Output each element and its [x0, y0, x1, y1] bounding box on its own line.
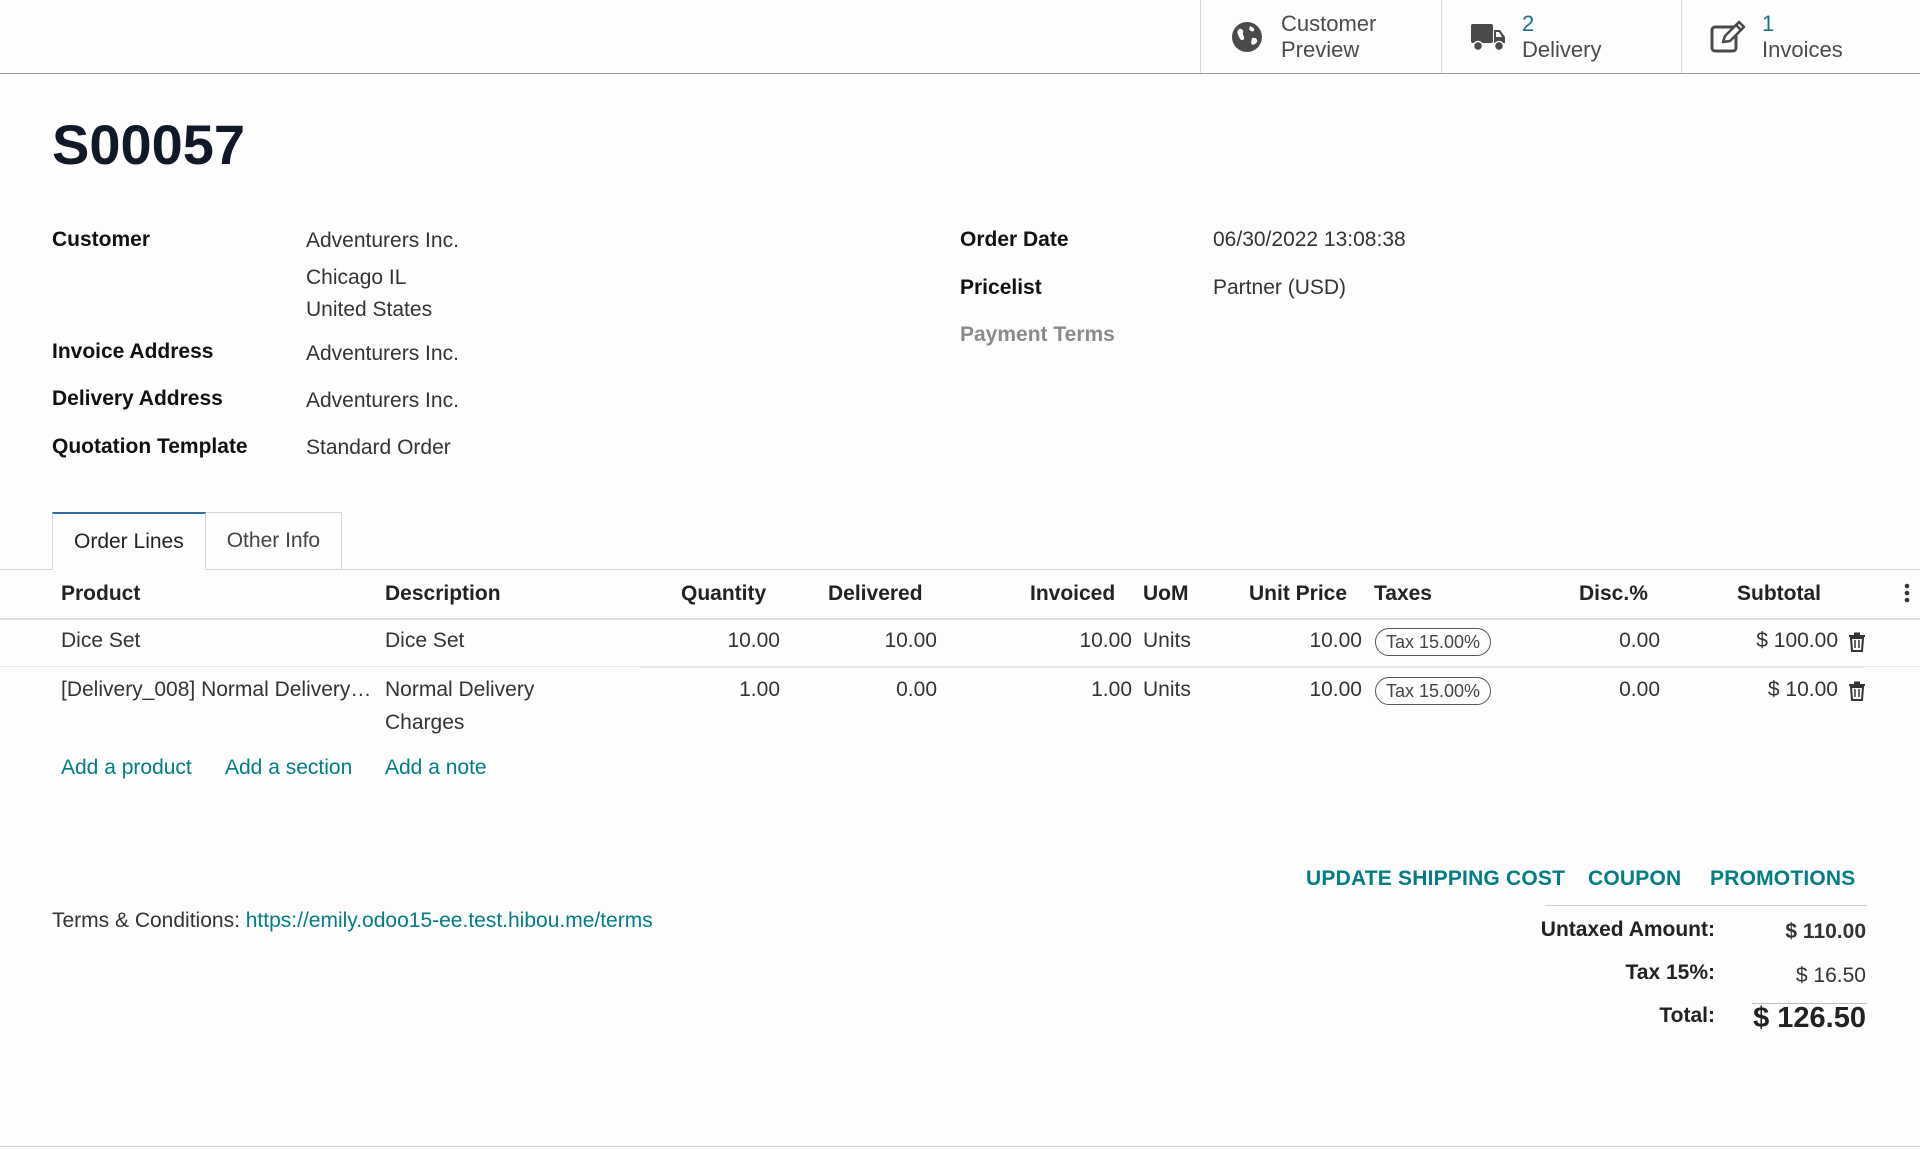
- quotation-template-field[interactable]: Standard Order: [306, 436, 451, 460]
- pricelist-field[interactable]: Partner (USD): [1213, 276, 1346, 300]
- delivery-button[interactable]: 2 Delivery: [1441, 0, 1682, 73]
- row-uom: Units: [1143, 629, 1191, 652]
- total-label: Total:: [1659, 1004, 1715, 1027]
- notebook-tabs: Order Lines Other Info: [52, 512, 343, 570]
- customer-preview-button[interactable]: Customer Preview: [1200, 0, 1441, 73]
- row-subtotal: $ 10.00: [1767, 678, 1838, 701]
- row-quantity: 1.00: [739, 678, 780, 701]
- truck-icon: [1468, 17, 1508, 57]
- customer-link[interactable]: Adventurers Inc.: [306, 229, 459, 253]
- row-description: Normal Delivery: [385, 678, 535, 701]
- tax-badge: Tax 15.00%: [1375, 677, 1492, 705]
- customer-label: Customer: [52, 228, 151, 251]
- smart-buttons-bar: Customer Preview 2 Delivery 1 Invoices: [0, 0, 1920, 74]
- order-lines-header: Product Description Quantity Delivered I…: [0, 570, 1920, 620]
- row-uom: Units: [1143, 678, 1191, 701]
- delivery-count: 2: [1522, 10, 1535, 36]
- table-row[interactable]: [Delivery_008] Normal Delivery… Normal D…: [0, 667, 1920, 739]
- col-unit-price[interactable]: Unit Price: [1249, 582, 1347, 606]
- row-product[interactable]: [Delivery_008] Normal Delivery…: [61, 678, 371, 702]
- tab-other-info[interactable]: Other Info: [205, 512, 343, 570]
- invoices-button[interactable]: 1 Invoices: [1681, 0, 1920, 73]
- table-row[interactable]: Dice Set Dice Set 10.00 10.00 10.00 Unit…: [0, 620, 1920, 667]
- bottom-divider: [0, 1146, 1920, 1147]
- col-disc[interactable]: Disc.%: [1579, 582, 1648, 606]
- col-invoiced[interactable]: Invoiced: [1030, 582, 1115, 606]
- row-disc: 0.00: [1619, 678, 1660, 701]
- delete-line-icon[interactable]: [1848, 632, 1868, 654]
- col-product[interactable]: Product: [61, 582, 140, 606]
- tax-value: $ 16.50: [1795, 964, 1866, 987]
- col-description[interactable]: Description: [385, 582, 501, 606]
- row-subtotal: $ 100.00: [1756, 629, 1838, 652]
- actions-divider: [1545, 905, 1867, 906]
- customer-preview-line2: Preview: [1281, 36, 1360, 62]
- row-delivered: 10.00: [884, 629, 937, 652]
- row-description: Dice Set: [385, 629, 465, 652]
- customer-preview-line1: Customer: [1281, 10, 1377, 36]
- invoice-address-label: Invoice Address: [52, 340, 214, 363]
- untaxed-amount-label: Untaxed Amount:: [1540, 918, 1715, 941]
- delivery-address-link[interactable]: Adventurers Inc.: [306, 389, 459, 413]
- add-product-link[interactable]: Add a product: [61, 756, 192, 780]
- payment-terms-label: Payment Terms: [960, 323, 1115, 346]
- add-note-link[interactable]: Add a note: [385, 756, 487, 780]
- tax-label: Tax 15%:: [1625, 961, 1716, 984]
- row-unit-price: 10.00: [1309, 678, 1362, 701]
- untaxed-amount-value: $ 110.00: [1785, 920, 1866, 943]
- col-uom[interactable]: UoM: [1143, 582, 1189, 606]
- invoices-label: Invoices: [1762, 36, 1843, 62]
- promotions-button[interactable]: PROMOTIONS: [1710, 867, 1856, 891]
- quotation-template-label: Quotation Template: [52, 435, 248, 458]
- globe-icon: [1227, 17, 1267, 57]
- coupon-button[interactable]: COUPON: [1588, 867, 1681, 891]
- total-value: $ 126.50: [1753, 1002, 1866, 1034]
- row-delivered: 0.00: [896, 678, 937, 701]
- row-description-line2: Charges: [385, 711, 465, 734]
- terms-and-conditions: Terms & Conditions: https://emily.odoo15…: [52, 909, 653, 933]
- row-product[interactable]: Dice Set: [61, 629, 140, 653]
- pricelist-label: Pricelist: [960, 276, 1042, 299]
- tax-badge: Tax 15.00%: [1375, 628, 1492, 656]
- delivery-address-label: Delivery Address: [52, 387, 223, 410]
- col-taxes[interactable]: Taxes: [1374, 582, 1432, 606]
- update-shipping-cost-button[interactable]: UPDATE SHIPPING COST: [1306, 867, 1565, 891]
- invoices-count: 1: [1762, 10, 1775, 36]
- invoice-address-link[interactable]: Adventurers Inc.: [306, 342, 459, 366]
- tab-order-lines[interactable]: Order Lines: [52, 512, 206, 570]
- row-divider: [640, 667, 1865, 668]
- row-unit-price: 10.00: [1309, 629, 1362, 652]
- terms-link[interactable]: https://emily.odoo15-ee.test.hibou.me/te…: [246, 909, 653, 932]
- delivery-label: Delivery: [1522, 36, 1602, 62]
- col-quantity[interactable]: Quantity: [681, 582, 766, 606]
- order-date-field[interactable]: 06/30/2022 13:08:38: [1213, 228, 1406, 252]
- optional-columns-icon[interactable]: [1903, 582, 1911, 604]
- delete-line-icon[interactable]: [1848, 681, 1868, 703]
- row-quantity: 10.00: [727, 629, 780, 652]
- col-subtotal[interactable]: Subtotal: [1737, 582, 1821, 606]
- row-invoiced: 10.00: [1079, 629, 1132, 652]
- row-invoiced: 1.00: [1091, 678, 1132, 701]
- customer-city: Chicago IL: [306, 266, 407, 289]
- edit-icon: [1708, 17, 1748, 57]
- customer-country: United States: [306, 298, 433, 321]
- add-section-link[interactable]: Add a section: [225, 756, 352, 780]
- col-delivered[interactable]: Delivered: [828, 582, 923, 606]
- page-title: S00057: [52, 113, 246, 176]
- terms-label: Terms & Conditions:: [52, 909, 240, 932]
- order-date-label: Order Date: [960, 228, 1069, 251]
- row-disc: 0.00: [1619, 629, 1660, 652]
